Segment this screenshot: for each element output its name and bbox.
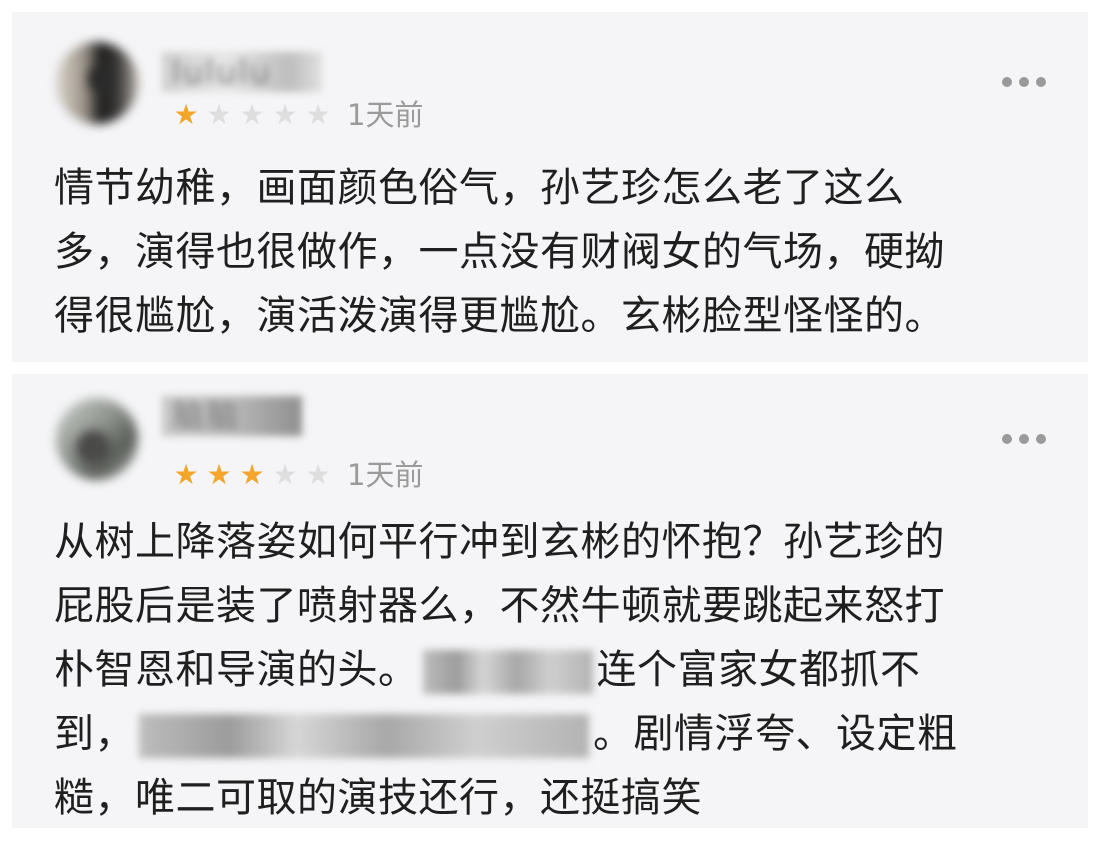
review-time: 1天前 — [347, 458, 424, 492]
star-empty-icon: ★ — [239, 98, 265, 131]
rating-row: ★ ★ ★ ★ ★ 1天前 — [170, 458, 423, 492]
content-line: 情节幼稚，画面颜色俗气，孙艺珍怎么老了这么 — [54, 165, 905, 211]
content-line: 从树上降落姿如何平行冲到玄彬的怀抱？孙艺珍的 — [54, 519, 945, 565]
review-card: 脑脑 ★ ★ ★ ★ ★ 1天前 从树上降落姿如何平行冲到玄彬的怀抱？孙艺珍的 … — [12, 374, 1088, 828]
rating-row: ★ ★ ★ ★ ★ 1天前 — [170, 98, 423, 132]
star-icon: ★ — [173, 98, 199, 131]
more-icon[interactable] — [1002, 432, 1046, 446]
content-line: 得很尴尬，演活泼演得更尴尬。玄彬脸型怪怪的。 — [54, 293, 945, 339]
content-line: 到， — [54, 711, 135, 757]
star-empty-icon: ★ — [272, 458, 298, 491]
content-line: 多，演得也很做作，一点没有财阀女的气场，硬拗 — [54, 229, 945, 275]
star-empty-icon: ★ — [206, 98, 232, 131]
star-icon: ★ — [239, 458, 265, 491]
avatar[interactable] — [56, 42, 138, 124]
content-line: 糙，唯二可取的演技还行，还挺搞笑 — [54, 775, 702, 821]
review-time: 1天前 — [347, 98, 424, 132]
more-icon[interactable] — [1002, 75, 1046, 89]
content-line: 屁股后是装了喷射器么，不然牛顿就要跳起来怒打 — [54, 583, 945, 629]
review-content: 情节幼稚，画面颜色俗气，孙艺珍怎么老了这么 多，演得也很做作，一点没有财阀女的气… — [54, 156, 1054, 348]
star-empty-icon: ★ — [272, 98, 298, 131]
username[interactable]: 脑脑 — [162, 396, 302, 436]
star-icon: ★ — [206, 458, 232, 491]
redacted-text — [139, 714, 589, 758]
review-content: 从树上降落姿如何平行冲到玄彬的怀抱？孙艺珍的 屁股后是装了喷射器么，不然牛顿就要… — [54, 510, 1054, 828]
content-line: 朴智恩和导演的头。 — [54, 647, 419, 693]
star-empty-icon: ★ — [305, 458, 331, 491]
star-icon: ★ — [173, 458, 199, 491]
redacted-text — [422, 650, 593, 694]
username[interactable]: lululu — [162, 52, 322, 92]
avatar[interactable] — [56, 398, 138, 480]
content-line: 。剧情浮夸、设定粗 — [593, 711, 958, 757]
star-empty-icon: ★ — [305, 98, 331, 131]
review-card: lululu ★ ★ ★ ★ ★ 1天前 情节幼稚，画面颜色俗气，孙艺珍怎么老了… — [12, 12, 1088, 362]
content-line: 连个富家女都抓不 — [596, 647, 921, 693]
